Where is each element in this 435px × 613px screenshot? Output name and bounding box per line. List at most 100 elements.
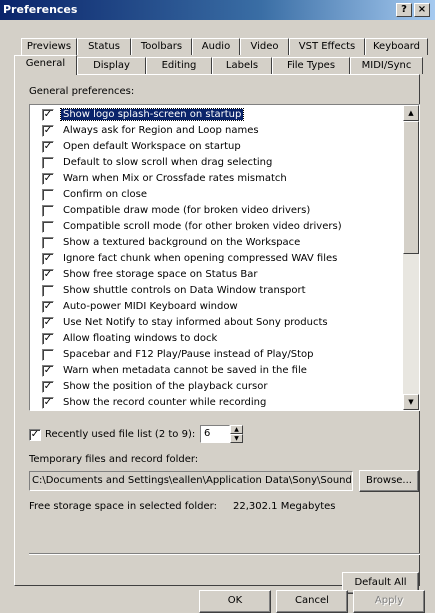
preference-label: Confirm on close: [63, 189, 147, 200]
preference-label: Spacebar and F12 Play/Pause instead of P…: [63, 349, 314, 360]
preference-checkbox[interactable]: ✓: [42, 333, 54, 345]
preference-item[interactable]: ✓ Show logo splash-screen on startup: [30, 107, 402, 123]
tab-labels[interactable]: Labels: [212, 57, 272, 74]
preference-checkbox[interactable]: ✓: [42, 269, 54, 281]
check-icon: ✓: [43, 125, 53, 136]
check-icon: ✓: [43, 109, 53, 120]
preference-checkbox[interactable]: ✓: [42, 253, 54, 265]
preference-checkbox[interactable]: ✓: [42, 381, 54, 393]
scroll-down-icon[interactable]: ▼: [403, 394, 419, 410]
preference-checkbox[interactable]: [42, 189, 54, 201]
tab-toolbars[interactable]: Toolbars: [131, 38, 192, 55]
temp-folder-path-field[interactable]: C:\Documents and Settings\eallen\Applica…: [29, 471, 353, 491]
preference-label: Show shuttle controls on Data Window tra…: [63, 285, 306, 296]
preference-checkbox[interactable]: ✓: [42, 317, 54, 329]
browse-button[interactable]: Browse...: [359, 470, 419, 492]
preference-item[interactable]: Show shuttle controls on Data Window tra…: [30, 283, 402, 299]
preference-checkbox[interactable]: ✓: [42, 301, 54, 313]
preference-label: Default to slow scroll when drag selecti…: [63, 157, 273, 168]
preference-item[interactable]: Default to slow scroll when drag selecti…: [30, 155, 402, 171]
preference-item[interactable]: ✓ Auto-power MIDI Keyboard window: [30, 299, 402, 315]
preference-checkbox[interactable]: ✓: [42, 141, 54, 153]
tab-midi-sync[interactable]: MIDI/Sync: [350, 57, 423, 74]
tab-keyboard[interactable]: Keyboard: [365, 38, 428, 55]
preference-label: Always ask for Region and Loop names: [63, 125, 259, 136]
ok-button[interactable]: OK: [199, 590, 271, 613]
cancel-button[interactable]: Cancel: [276, 590, 348, 613]
preference-item[interactable]: Show a textured background on the Worksp…: [30, 235, 402, 251]
tab-editing[interactable]: Editing: [146, 57, 212, 74]
preference-item[interactable]: ✓ Use Net Notify to stay informed about S…: [30, 315, 402, 331]
preference-item[interactable]: Spacebar and F12 Play/Pause instead of P…: [30, 347, 402, 363]
preference-checkbox[interactable]: ✓: [42, 397, 54, 409]
preference-item[interactable]: ✓ Always ask for Region and Loop names: [30, 123, 402, 139]
preference-label: Warn when metadata cannot be saved in th…: [63, 365, 307, 376]
preference-item[interactable]: ✓ Ignore fact chunk when opening compress…: [30, 251, 402, 267]
recent-files-label: Recently used file list (2 to 9):: [45, 429, 196, 440]
preference-checkbox[interactable]: [42, 205, 54, 217]
apply-button[interactable]: Apply: [353, 590, 425, 613]
preference-item[interactable]: Confirm on close: [30, 187, 402, 203]
title-bar: Preferences ? ×: [0, 0, 435, 20]
tab-audio[interactable]: Audio: [192, 38, 240, 55]
preference-checkbox[interactable]: [42, 157, 54, 169]
preference-label: Compatible draw mode (for broken video d…: [63, 205, 311, 216]
preference-item[interactable]: ✓ Show the position of the playback curso…: [30, 379, 402, 395]
tab-video[interactable]: Video: [240, 38, 289, 55]
preference-checkbox[interactable]: [42, 349, 54, 361]
tab-file-types[interactable]: File Types: [272, 57, 350, 74]
preferences-listbox[interactable]: ✓ Show logo splash-screen on startup ✓ Alwa…: [29, 104, 420, 411]
temp-folder-label: Temporary files and record folder:: [29, 454, 199, 465]
preference-checkbox[interactable]: ✓: [42, 125, 54, 137]
spin-up-icon[interactable]: ▲: [230, 425, 243, 434]
preference-label: Allow floating windows to dock: [63, 333, 218, 344]
check-icon: ✓: [43, 253, 53, 264]
preference-checkbox[interactable]: ✓: [42, 365, 54, 377]
separator-line: [29, 553, 420, 555]
check-icon: ✓: [43, 365, 53, 376]
close-button[interactable]: ×: [414, 3, 430, 17]
preference-item[interactable]: ✓ Show the record counter while recording: [30, 395, 402, 410]
preference-item[interactable]: ✓ Open default Workspace on startup: [30, 139, 402, 155]
general-preferences-label: General preferences:: [29, 86, 135, 97]
preference-label: Warn when Mix or Crossfade rates mismatc…: [63, 173, 287, 184]
recent-files-count-input[interactable]: 6: [200, 425, 230, 443]
preference-item[interactable]: ✓ Allow floating windows to dock: [30, 331, 402, 347]
preference-label: Show the record counter while recording: [63, 397, 267, 408]
preference-label: Show logo splash-screen on startup: [59, 108, 245, 121]
spin-down-icon[interactable]: ▼: [230, 434, 243, 443]
preference-label: Show free storage space on Status Bar: [63, 269, 258, 280]
tab-vst-effects[interactable]: VST Effects: [289, 38, 365, 55]
check-icon: ✓: [43, 317, 53, 328]
preference-item[interactable]: ✓ Warn when Mix or Crossfade rates mismat…: [30, 171, 402, 187]
free-space-label: Free storage space in selected folder:: [29, 501, 217, 512]
preference-item[interactable]: Compatible draw mode (for broken video d…: [30, 203, 402, 219]
preference-checkbox[interactable]: [42, 285, 54, 297]
tab-general[interactable]: General: [14, 55, 77, 75]
preference-checkbox[interactable]: ✓: [42, 109, 54, 121]
scroll-thumb[interactable]: [403, 121, 419, 254]
tab-display[interactable]: Display: [77, 57, 146, 74]
recent-files-checkbox[interactable]: ✓: [29, 429, 41, 441]
preference-label: Use Net Notify to stay informed about So…: [63, 317, 328, 328]
scroll-up-icon[interactable]: ▲: [403, 105, 419, 121]
vertical-scrollbar[interactable]: ▲ ▼: [403, 105, 419, 410]
preference-item[interactable]: Compatible scroll mode (for other broken…: [30, 219, 402, 235]
check-icon: ✓: [43, 141, 53, 152]
preference-checkbox[interactable]: [42, 237, 54, 249]
tab-previews[interactable]: Previews: [21, 38, 77, 55]
preference-label: Compatible scroll mode (for other broken…: [63, 221, 342, 232]
preference-item[interactable]: ✓ Show free storage space on Status Bar: [30, 267, 402, 283]
check-icon: ✓: [43, 333, 53, 344]
check-icon: ✓: [43, 397, 53, 408]
preference-checkbox[interactable]: [42, 221, 54, 233]
tab-status[interactable]: Status: [77, 38, 131, 55]
check-icon: ✓: [43, 269, 53, 280]
recent-files-stepper[interactable]: ▲ ▼: [230, 425, 243, 443]
preference-checkbox[interactable]: ✓: [42, 173, 54, 185]
preference-item[interactable]: ✓ Warn when metadata cannot be saved in t…: [30, 363, 402, 379]
preference-label: Show the position of the playback cursor: [63, 381, 268, 392]
window-title: Preferences: [3, 3, 78, 16]
help-button[interactable]: ?: [396, 3, 412, 17]
preference-label: Open default Workspace on startup: [63, 141, 241, 152]
